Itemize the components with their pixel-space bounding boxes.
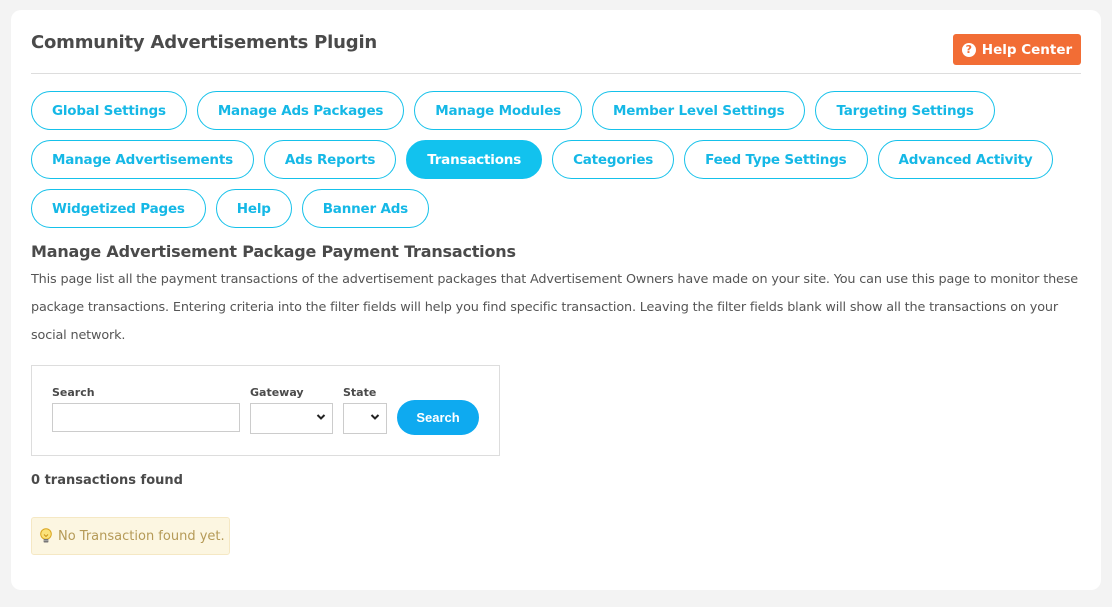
tab-targeting-settings[interactable]: Targeting Settings [815, 91, 995, 130]
filter-form: Search Gateway State Search [31, 365, 500, 456]
search-label: Search [52, 386, 95, 399]
tab-help[interactable]: Help [215, 189, 292, 228]
search-button[interactable]: Search [397, 400, 479, 435]
tab-feed-type-settings[interactable]: Feed Type Settings [684, 140, 868, 179]
lightbulb-icon [40, 528, 52, 543]
tab-manage-ads-packages[interactable]: Manage Ads Packages [196, 91, 405, 130]
empty-message: No Transaction found yet. [58, 528, 225, 544]
tab-transactions[interactable]: Transactions [406, 140, 543, 179]
section-title: Manage Advertisement Package Payment Tra… [31, 242, 516, 261]
tab-manage-advertisements[interactable]: Manage Advertisements [31, 140, 254, 179]
gateway-label: Gateway [250, 386, 304, 399]
tab-banner-ads[interactable]: Banner Ads [301, 189, 430, 228]
tab-navigation: Global Settings Manage Ads Packages Mana… [31, 91, 1091, 228]
help-center-button[interactable]: ? Help Center [953, 34, 1081, 65]
page-title: Community Advertisements Plugin [31, 32, 378, 53]
help-center-label: Help Center [981, 41, 1073, 58]
state-label: State [343, 386, 377, 399]
chevron-down-icon [370, 414, 380, 420]
section-description: This page list all the payment transacti… [31, 272, 1079, 343]
tab-widgetized-pages[interactable]: Widgetized Pages [31, 189, 206, 228]
tab-manage-modules[interactable]: Manage Modules [414, 91, 583, 130]
chevron-down-icon [316, 414, 326, 420]
transactions-count: 0 transactions found [31, 473, 183, 488]
tab-ads-reports[interactable]: Ads Reports [263, 140, 397, 179]
tab-categories[interactable]: Categories [552, 140, 675, 179]
main-card: Community Advertisements Plugin ? Help C… [11, 10, 1101, 590]
empty-notice: No Transaction found yet. [31, 517, 230, 555]
state-select[interactable] [343, 403, 387, 434]
gateway-select[interactable] [250, 403, 333, 434]
header-divider [31, 73, 1081, 74]
search-input[interactable] [52, 403, 240, 432]
question-circle-icon: ? [961, 42, 976, 57]
tab-global-settings[interactable]: Global Settings [31, 91, 187, 130]
tab-member-level-settings[interactable]: Member Level Settings [592, 91, 806, 130]
tab-advanced-activity[interactable]: Advanced Activity [877, 140, 1054, 179]
